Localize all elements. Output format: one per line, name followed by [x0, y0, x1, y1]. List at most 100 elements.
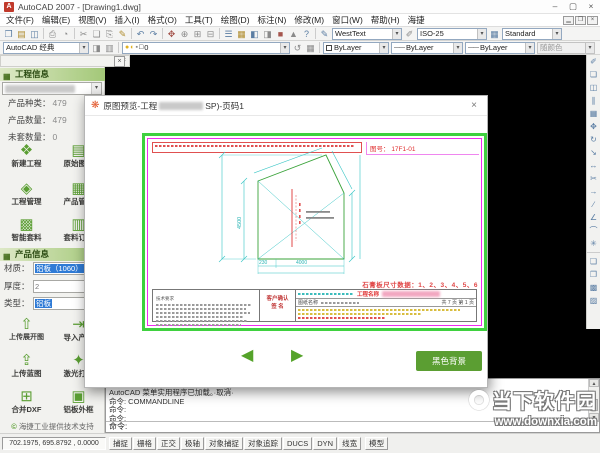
stretch-icon[interactable]: ↔ — [587, 159, 600, 172]
table-style-combo[interactable]: Standard▾ — [502, 28, 562, 40]
send-under-icon[interactable]: ▨ — [587, 294, 600, 307]
chamfer-icon[interactable]: ∠ — [587, 211, 600, 224]
break-icon[interactable]: ∕ — [587, 198, 600, 211]
chevron-down-icon[interactable]: ▾ — [280, 43, 289, 53]
dyn-toggle[interactable]: DYN — [313, 437, 337, 450]
chevron-down-icon[interactable]: ▾ — [477, 29, 486, 39]
send-back-icon[interactable]: ❐ — [587, 268, 600, 281]
dim-style-combo[interactable]: ISO-25▾ — [417, 28, 487, 40]
ducs-toggle[interactable]: DUCS — [283, 437, 312, 450]
menu-haijie[interactable]: 海捷 — [404, 14, 429, 26]
menu-edit[interactable]: 编辑(E) — [38, 14, 74, 26]
layer-states-icon[interactable]: ▦ — [304, 42, 317, 54]
menu-draw[interactable]: 绘图(D) — [217, 14, 254, 26]
upload-unfold-button[interactable]: ⇧ 上传展开图 — [1, 315, 52, 349]
tool-palettes-icon[interactable]: ◧ — [248, 28, 261, 40]
text-style-combo[interactable]: WestText▾ — [332, 28, 402, 40]
chevron-down-icon[interactable]: ▾ — [91, 83, 101, 94]
model-space-button[interactable]: 模型 — [365, 437, 388, 450]
menu-file[interactable]: 文件(F) — [2, 14, 38, 26]
offset-icon[interactable]: ∥ — [587, 94, 600, 107]
match-properties-icon[interactable]: ✎ — [116, 28, 129, 40]
new-file-icon[interactable]: ❐ — [2, 28, 15, 40]
color-combo[interactable]: ByLayer▾ — [323, 42, 389, 54]
menu-dimension[interactable]: 标注(N) — [254, 14, 291, 26]
chevron-down-icon[interactable]: ▾ — [453, 43, 462, 53]
menu-window[interactable]: 窗口(W) — [328, 14, 367, 26]
chevron-down-icon[interactable]: ▾ — [392, 29, 401, 39]
grid-toggle[interactable]: 栅格 — [133, 437, 156, 450]
workspace-settings-icon[interactable]: ◨ — [90, 42, 103, 54]
menu-format[interactable]: 格式(O) — [144, 14, 181, 26]
save-icon[interactable]: ◫ — [28, 28, 41, 40]
help-icon[interactable]: ? — [300, 28, 313, 40]
polar-toggle[interactable]: 极轴 — [181, 437, 204, 450]
chevron-down-icon[interactable]: ▾ — [525, 43, 534, 53]
lineweight-toggle[interactable]: 线宽 — [338, 437, 361, 450]
zoom-window-icon[interactable]: ⊞ — [191, 28, 204, 40]
lineweight-combo[interactable]: —— ByLayer▾ — [465, 42, 535, 54]
calculator-icon[interactable]: ▲ — [287, 28, 300, 40]
layer-properties-icon[interactable]: ▥ — [103, 42, 116, 54]
rotate-icon[interactable]: ↻ — [587, 133, 600, 146]
ortho-toggle[interactable]: 正交 — [157, 437, 180, 450]
markup-icon[interactable]: ■ — [274, 28, 287, 40]
menu-insert[interactable]: 插入(I) — [111, 14, 144, 26]
palette-close-button[interactable]: × — [114, 56, 125, 67]
menu-tools[interactable]: 工具(T) — [181, 14, 217, 26]
mdi-close-icon[interactable]: × — [587, 16, 598, 25]
sheetset-icon[interactable]: ◨ — [261, 28, 274, 40]
erase-icon[interactable]: ✐ — [587, 55, 600, 68]
upload-blueprint-button[interactable]: ⇪ 上传蓝图 — [1, 351, 52, 385]
close-button[interactable]: × — [582, 0, 600, 13]
maximize-button[interactable]: ▢ — [564, 0, 582, 13]
layer-previous-icon[interactable]: ↺ — [291, 42, 304, 54]
menu-view[interactable]: 视图(V) — [74, 14, 110, 26]
merge-dxf-button[interactable]: ⊞ 合并DXF — [1, 387, 52, 421]
pan-icon[interactable]: ✥ — [165, 28, 178, 40]
linetype-combo[interactable]: —— ByLayer▾ — [391, 42, 463, 54]
fillet-icon[interactable]: ⌒ — [587, 224, 600, 237]
extend-icon[interactable]: → — [587, 185, 600, 198]
black-background-button[interactable]: 黑色背景 — [416, 351, 482, 371]
osnap-toggle[interactable]: 对象捕捉 — [205, 437, 243, 450]
zoom-realtime-icon[interactable]: ⊕ — [178, 28, 191, 40]
copy-object-icon[interactable]: ❏ — [587, 68, 600, 81]
properties-icon[interactable]: ☰ — [222, 28, 235, 40]
previous-page-button[interactable]: ◀ — [241, 347, 253, 365]
array-icon[interactable]: ▦ — [587, 107, 600, 120]
copy-icon[interactable]: ❏ — [90, 28, 103, 40]
undo-icon[interactable]: ↶ — [134, 28, 147, 40]
designcenter-icon[interactable]: ▦ — [235, 28, 248, 40]
bring-above-icon[interactable]: ▩ — [587, 281, 600, 294]
plot-preview-icon[interactable]: ◔ — [59, 28, 72, 40]
plot-icon[interactable]: ⎙ — [46, 28, 59, 40]
aluminum-frame-button[interactable]: ▣ 铝板外框 — [53, 387, 104, 421]
open-icon[interactable]: ▤ — [15, 28, 28, 40]
menu-help[interactable]: 帮助(H) — [367, 14, 404, 26]
zoom-previous-icon[interactable]: ⊟ — [204, 28, 217, 40]
new-project-button[interactable]: ❖ 新建工程 — [1, 141, 52, 175]
explode-icon[interactable]: ✳ — [587, 237, 600, 250]
workspace-combo[interactable]: AutoCAD 经典▾ — [3, 42, 89, 54]
mdi-restore-icon[interactable]: ❐ — [575, 16, 586, 25]
cut-icon[interactable]: ✂ — [77, 28, 90, 40]
project-select[interactable]: ▾ — [2, 82, 102, 95]
bring-front-icon[interactable]: ❏ — [587, 255, 600, 268]
next-page-button[interactable]: ▶ — [291, 347, 303, 365]
scale-icon[interactable]: ↘ — [587, 146, 600, 159]
menu-modify[interactable]: 修改(M) — [290, 14, 328, 26]
layer-combo[interactable]: ● ◐ ▪ □ 0 ▾ — [122, 42, 290, 54]
trim-icon[interactable]: ✂ — [587, 172, 600, 185]
chevron-down-icon[interactable]: ▾ — [552, 29, 561, 39]
project-manage-button[interactable]: ◈ 工程管理 — [1, 179, 52, 213]
chevron-down-icon[interactable]: ▾ — [379, 43, 388, 53]
minimize-button[interactable]: – — [546, 0, 564, 13]
dialog-close-button[interactable]: × — [461, 96, 487, 115]
mdi-minimize-icon[interactable]: ▁ — [563, 16, 574, 25]
snap-toggle[interactable]: 捕捉 — [109, 437, 132, 450]
otrack-toggle[interactable]: 对象追踪 — [244, 437, 282, 450]
smart-nesting-button[interactable]: ▩ 智能套料 — [1, 215, 52, 249]
chevron-down-icon[interactable]: ▾ — [79, 43, 88, 53]
move-icon[interactable]: ✥ — [587, 120, 600, 133]
